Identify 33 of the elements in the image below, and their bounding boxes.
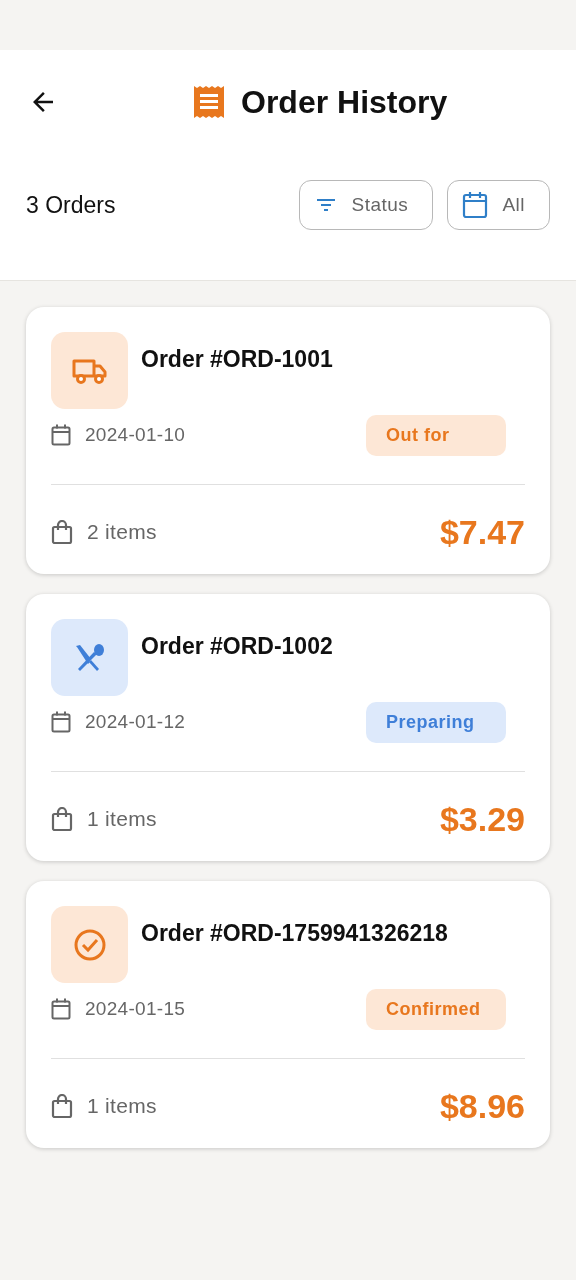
calendar-icon [462, 191, 489, 219]
order-date: 2024-01-12 [85, 711, 186, 733]
order-card[interactable]: Order #ORD-1001 2024-01-10 Out for 2 items $7.47 [26, 307, 550, 574]
date-filter-button[interactable]: All [447, 180, 550, 230]
order-title: Order #ORD-1002 [141, 633, 333, 660]
status-badge: Confirmed [366, 988, 506, 1030]
item-count: 1 items [87, 1094, 157, 1118]
status-badge: Preparing [366, 701, 506, 743]
shopping-bag-icon [51, 1094, 73, 1118]
status-filter-button[interactable]: Status [298, 180, 434, 230]
calendar-icon [51, 998, 71, 1020]
item-count: 2 items [87, 520, 157, 544]
order-title: Order #ORD-1759941326218 [141, 920, 448, 947]
order-card[interactable]: Order #ORD-1002 2024-01-12 Preparing 1 items $3.29 [26, 594, 550, 861]
order-count: 3 Orders [26, 191, 116, 219]
order-title: Order #ORD-1001 [141, 346, 333, 373]
order-date: 2024-01-10 [85, 424, 186, 446]
shopping-bag-icon [51, 807, 73, 831]
calendar-icon [51, 711, 71, 733]
order-date: 2024-01-15 [85, 998, 186, 1020]
status-badge: Out for [366, 414, 506, 456]
receipt-icon [193, 85, 225, 119]
calendar-icon [51, 424, 71, 446]
item-count: 1 items [87, 807, 157, 831]
check-circle-icon [72, 927, 107, 962]
utensils-icon [73, 642, 106, 673]
order-total: $8.96 [439, 1086, 525, 1126]
order-total: $7.47 [439, 512, 525, 552]
order-card[interactable]: Order #ORD-1759941326218 2024-01-15 Confirmed 1 items $8.96 [26, 881, 550, 1148]
shopping-bag-icon [51, 520, 73, 544]
truck-icon [71, 357, 108, 384]
order-total: $3.29 [439, 799, 525, 839]
page-title: Order History [241, 83, 448, 121]
